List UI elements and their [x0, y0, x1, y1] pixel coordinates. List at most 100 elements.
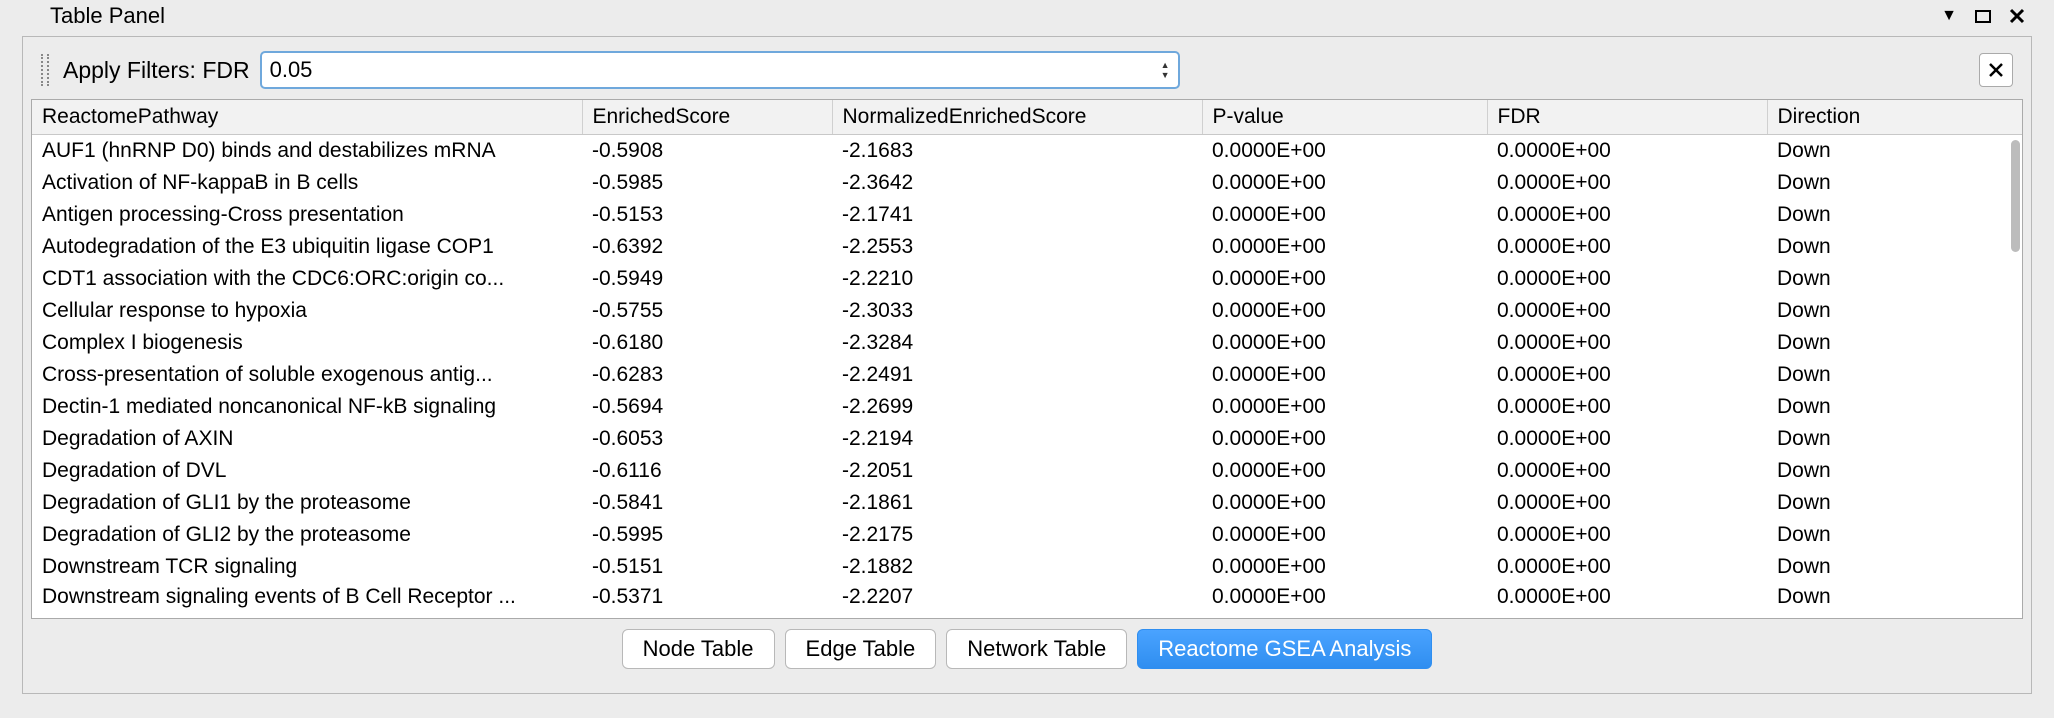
- cell-pvalue: 0.0000E+00: [1202, 423, 1487, 455]
- table-row[interactable]: Degradation of GLI1 by the proteasome-0.…: [32, 487, 2022, 519]
- cell-es: -0.6392: [582, 231, 832, 263]
- cell-fdr: 0.0000E+00: [1487, 391, 1767, 423]
- col-header-pvalue[interactable]: P-value: [1202, 100, 1487, 134]
- cell-es: -0.6116: [582, 455, 832, 487]
- fdr-spinner[interactable]: ▲ ▼: [260, 51, 1180, 89]
- table-row[interactable]: Degradation of DVL-0.6116-2.20510.0000E+…: [32, 455, 2022, 487]
- cell-direction: Down: [1767, 295, 2022, 327]
- spinner-arrows[interactable]: ▲ ▼: [1161, 60, 1174, 80]
- cell-fdr: 0.0000E+00: [1487, 487, 1767, 519]
- cell-direction: Down: [1767, 551, 2022, 583]
- cell-fdr: 0.0000E+00: [1487, 327, 1767, 359]
- cell-pathway: CDT1 association with the CDC6:ORC:origi…: [32, 263, 582, 295]
- cell-nes: -2.2491: [832, 359, 1202, 391]
- cell-fdr: 0.0000E+00: [1487, 295, 1767, 327]
- cell-fdr: 0.0000E+00: [1487, 263, 1767, 295]
- cell-direction: Down: [1767, 583, 2022, 611]
- vertical-scrollbar[interactable]: [2011, 140, 2020, 252]
- table-row[interactable]: Antigen processing-Cross presentation-0.…: [32, 199, 2022, 231]
- tab-network[interactable]: Network Table: [946, 629, 1127, 669]
- fdr-input[interactable]: [270, 57, 1161, 83]
- cell-direction: Down: [1767, 519, 2022, 551]
- cell-pvalue: 0.0000E+00: [1202, 391, 1487, 423]
- table-panel: Apply Filters: FDR ▲ ▼: [22, 36, 2032, 694]
- col-header-es[interactable]: EnrichedScore: [582, 100, 832, 134]
- table-row[interactable]: CDT1 association with the CDC6:ORC:origi…: [32, 263, 2022, 295]
- cell-pathway: AUF1 (hnRNP D0) binds and destabilizes m…: [32, 135, 582, 167]
- menu-dropdown-icon[interactable]: ▼: [1936, 3, 1962, 29]
- toolbar-grip-icon[interactable]: [41, 54, 49, 86]
- cell-nes: -2.2175: [832, 519, 1202, 551]
- cell-pvalue: 0.0000E+00: [1202, 231, 1487, 263]
- cell-pathway: Dectin-1 mediated noncanonical NF-kB sig…: [32, 391, 582, 423]
- cell-direction: Down: [1767, 327, 2022, 359]
- results-table: ReactomePathway EnrichedScore Normalized…: [32, 100, 2023, 135]
- table-row[interactable]: AUF1 (hnRNP D0) binds and destabilizes m…: [32, 135, 2022, 167]
- cell-pathway: Degradation of DVL: [32, 455, 582, 487]
- cell-pathway: Activation of NF-kappaB in B cells: [32, 167, 582, 199]
- window-controls: ▼: [1936, 3, 2030, 29]
- table-row[interactable]: Cellular response to hypoxia-0.5755-2.30…: [32, 295, 2022, 327]
- cell-pvalue: 0.0000E+00: [1202, 199, 1487, 231]
- tab-gsea[interactable]: Reactome GSEA Analysis: [1137, 629, 1432, 669]
- cell-direction: Down: [1767, 135, 2022, 167]
- results-table-wrap: ReactomePathway EnrichedScore Normalized…: [31, 99, 2023, 619]
- cell-pvalue: 0.0000E+00: [1202, 167, 1487, 199]
- table-row[interactable]: Autodegradation of the E3 ubiquitin liga…: [32, 231, 2022, 263]
- cell-pathway: Downstream TCR signaling: [32, 551, 582, 583]
- table-row[interactable]: Dectin-1 mediated noncanonical NF-kB sig…: [32, 391, 2022, 423]
- cell-fdr: 0.0000E+00: [1487, 231, 1767, 263]
- table-row[interactable]: Degradation of GLI2 by the proteasome-0.…: [32, 519, 2022, 551]
- cell-nes: -2.2699: [832, 391, 1202, 423]
- cell-direction: Down: [1767, 423, 2022, 455]
- table-header-row: ReactomePathway EnrichedScore Normalized…: [32, 100, 2023, 134]
- cell-fdr: 0.0000E+00: [1487, 583, 1767, 611]
- tab-edge[interactable]: Edge Table: [785, 629, 937, 669]
- clear-filter-button[interactable]: [1979, 53, 2013, 87]
- cell-pvalue: 0.0000E+00: [1202, 487, 1487, 519]
- cell-pathway: Degradation of GLI1 by the proteasome: [32, 487, 582, 519]
- col-header-nes[interactable]: NormalizedEnrichedScore: [832, 100, 1202, 134]
- cell-es: -0.5949: [582, 263, 832, 295]
- maximize-icon[interactable]: [1970, 3, 1996, 29]
- cell-pathway: Antigen processing-Cross presentation: [32, 199, 582, 231]
- cell-pvalue: 0.0000E+00: [1202, 359, 1487, 391]
- cell-pathway: Cellular response to hypoxia: [32, 295, 582, 327]
- table-row[interactable]: Activation of NF-kappaB in B cells-0.598…: [32, 167, 2022, 199]
- cell-es: -0.6053: [582, 423, 832, 455]
- cell-pvalue: 0.0000E+00: [1202, 295, 1487, 327]
- cell-fdr: 0.0000E+00: [1487, 167, 1767, 199]
- cell-nes: -2.3284: [832, 327, 1202, 359]
- cell-pvalue: 0.0000E+00: [1202, 519, 1487, 551]
- col-header-pathway[interactable]: ReactomePathway: [32, 100, 582, 134]
- spinner-down-icon[interactable]: ▼: [1161, 70, 1170, 80]
- tab-node[interactable]: Node Table: [622, 629, 775, 669]
- cell-pvalue: 0.0000E+00: [1202, 327, 1487, 359]
- cell-es: -0.5755: [582, 295, 832, 327]
- cell-pathway: Autodegradation of the E3 ubiquitin liga…: [32, 231, 582, 263]
- table-row[interactable]: Downstream TCR signaling-0.5151-2.18820.…: [32, 551, 2022, 583]
- cell-fdr: 0.0000E+00: [1487, 199, 1767, 231]
- cell-pathway: Downstream signaling events of B Cell Re…: [32, 583, 582, 611]
- cell-direction: Down: [1767, 231, 2022, 263]
- panel-title: Table Panel: [50, 3, 1936, 29]
- close-icon[interactable]: [2004, 3, 2030, 29]
- cell-pathway: Cross-presentation of soluble exogenous …: [32, 359, 582, 391]
- spinner-up-icon[interactable]: ▲: [1161, 60, 1170, 70]
- col-header-fdr[interactable]: FDR: [1487, 100, 1767, 134]
- cell-nes: -2.2207: [832, 583, 1202, 611]
- table-row[interactable]: Cross-presentation of soluble exogenous …: [32, 359, 2022, 391]
- cell-fdr: 0.0000E+00: [1487, 423, 1767, 455]
- table-row[interactable]: Complex I biogenesis-0.6180-2.32840.0000…: [32, 327, 2022, 359]
- cell-es: -0.5694: [582, 391, 832, 423]
- cell-fdr: 0.0000E+00: [1487, 519, 1767, 551]
- results-table-body: AUF1 (hnRNP D0) binds and destabilizes m…: [32, 135, 2022, 611]
- col-header-direction[interactable]: Direction: [1767, 100, 2023, 134]
- cell-pvalue: 0.0000E+00: [1202, 551, 1487, 583]
- bottom-tabs: Node TableEdge TableNetwork TableReactom…: [23, 619, 2031, 669]
- table-row[interactable]: Downstream signaling events of B Cell Re…: [32, 583, 2022, 611]
- cell-pvalue: 0.0000E+00: [1202, 263, 1487, 295]
- cell-direction: Down: [1767, 455, 2022, 487]
- cell-direction: Down: [1767, 167, 2022, 199]
- table-row[interactable]: Degradation of AXIN-0.6053-2.21940.0000E…: [32, 423, 2022, 455]
